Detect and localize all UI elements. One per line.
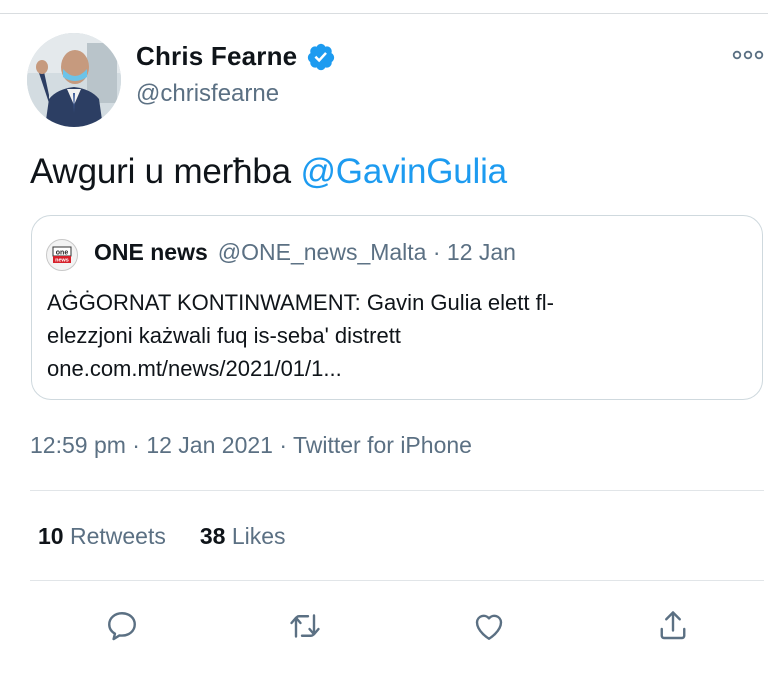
- quoted-line-1: AĠĠORNAT KONTINWAMENT: Gavin Gulia elett…: [47, 290, 554, 315]
- svg-text:one: one: [56, 250, 69, 257]
- reply-icon[interactable]: [104, 608, 140, 644]
- svg-text:news: news: [55, 258, 69, 264]
- quoted-tweet-header: ONE news @ONE_news_Malta · 12 Jan: [94, 239, 516, 266]
- avatar[interactable]: [27, 33, 121, 127]
- divider: [30, 490, 764, 491]
- retweet-icon[interactable]: [287, 608, 323, 644]
- divider: [30, 580, 764, 581]
- likes-stat[interactable]: 38 Likes: [200, 523, 286, 549]
- quoted-tweet-text: AĠĠORNAT KONTINWAMENT: Gavin Gulia elett…: [47, 286, 747, 385]
- tweet-stats: 10 Retweets 38 Likes: [38, 523, 286, 550]
- quoted-account-name: ONE news: [94, 239, 208, 265]
- retweets-label: Retweets: [69, 523, 166, 549]
- likes-count: 38: [199, 523, 226, 549]
- quoted-tweet-card[interactable]: one news ONE news @ONE_news_Malta · 12 Ja…: [31, 215, 763, 400]
- author-handle[interactable]: @chrisfearne: [136, 80, 279, 108]
- more-options-icon[interactable]: [732, 48, 764, 62]
- like-icon[interactable]: [471, 608, 507, 644]
- verified-badge-icon: [306, 42, 336, 72]
- quoted-account-meta: @ONE_news_Malta · 12 Jan: [217, 239, 516, 265]
- author-name[interactable]: Chris Fearne: [136, 41, 297, 72]
- tweet-body: Awguri u merħba: [30, 152, 301, 191]
- quoted-line-2: elezzjoni każwali fuq is-seba' distrett: [47, 323, 401, 348]
- share-icon[interactable]: [655, 608, 691, 644]
- top-divider: [0, 13, 768, 14]
- quoted-account-logo: one news: [46, 239, 78, 271]
- likes-label: Likes: [231, 523, 286, 549]
- quoted-link[interactable]: one.com.mt/news/2021/01/1...: [47, 352, 747, 385]
- retweets-count: 10: [38, 523, 64, 549]
- tweet-text: Awguri u merħba @GavinGulia: [30, 152, 507, 192]
- tweet-timestamp[interactable]: 12:59 pm · 12 Jan 2021 · Twitter for iPh…: [30, 432, 472, 459]
- retweets-stat[interactable]: 10 Retweets: [38, 523, 166, 549]
- mention-link[interactable]: @GavinGulia: [300, 152, 507, 191]
